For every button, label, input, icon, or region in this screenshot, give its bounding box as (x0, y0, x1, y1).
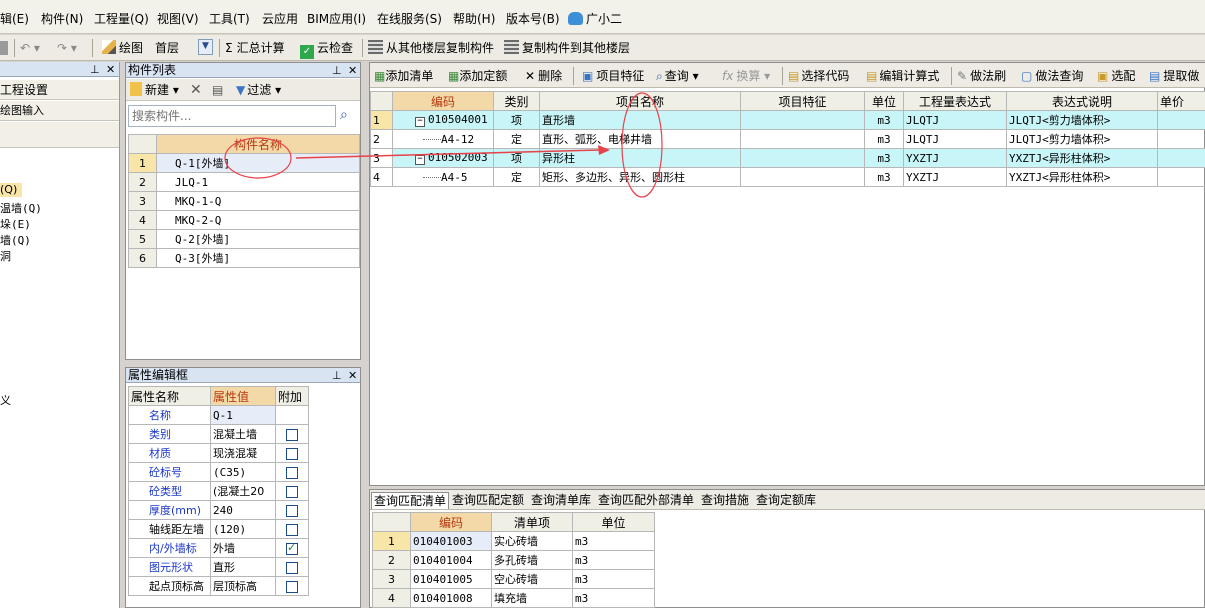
annotation-arrowhead (598, 145, 610, 155)
annotation-overlay (224, 92, 663, 198)
annotation-circle (224, 137, 292, 179)
annotation-arrow (295, 149, 601, 159)
annotation-circle (621, 92, 663, 198)
